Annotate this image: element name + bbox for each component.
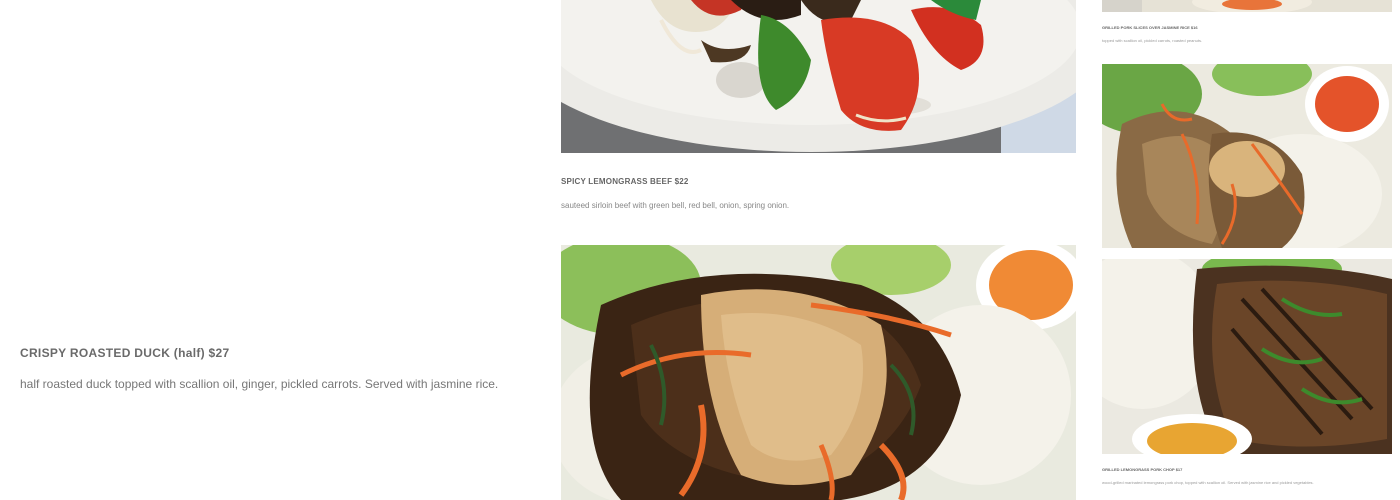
beef-over-rice-photo <box>561 245 1076 500</box>
menu-item-title: GRILLED PORK SLICES OVER JASMINE RICE $1… <box>1102 25 1198 30</box>
beef-stirfry-photo <box>561 0 1076 153</box>
menu-item-description: wood-grilled marinated lemongrass pork c… <box>1102 480 1314 485</box>
menu-item-title: CRISPY ROASTED DUCK (half) $27 <box>20 346 230 360</box>
menu-item-title: GRILLED LEMONGRASS PORK CHOP $17 <box>1102 467 1183 472</box>
menu-item-description: half roasted duck topped with scallion o… <box>20 377 499 391</box>
menu-item-description: topped with scallion oil, pickled carrot… <box>1102 38 1203 43</box>
pork-slices-photo-top-edge <box>1102 0 1392 12</box>
pork-slices-photo <box>1102 64 1392 248</box>
menu-item-title: SPICY LEMONGRASS BEEF $22 <box>561 177 689 186</box>
menu-item-description: sauteed sirloin beef with green bell, re… <box>561 201 790 210</box>
pork-chop-photo <box>1102 259 1392 454</box>
